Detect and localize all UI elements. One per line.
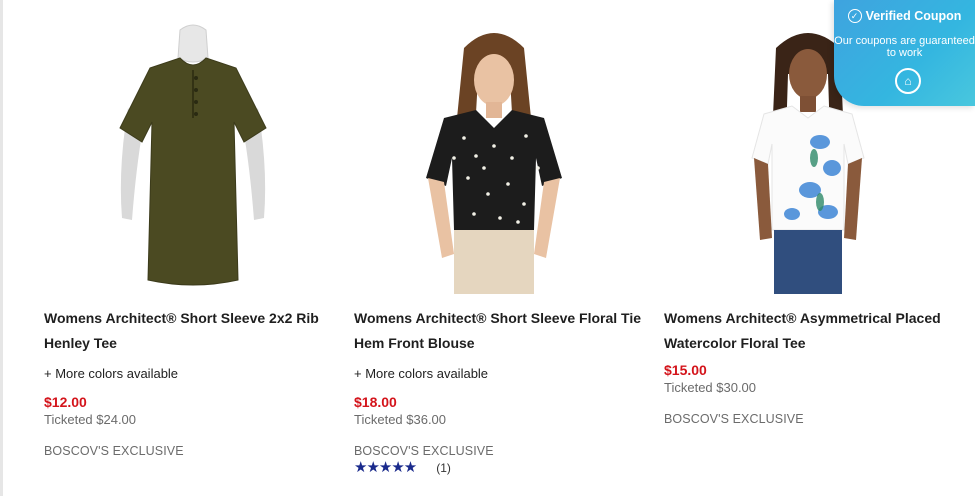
coupon-subtext: Our coupons are guaranteed to work — [834, 35, 975, 59]
divider — [0, 0, 3, 496]
review-count[interactable]: (1) — [436, 461, 451, 475]
product-image[interactable] — [414, 18, 574, 294]
coupon-logo-icon[interactable]: ⌂ — [895, 68, 921, 94]
product-title[interactable]: Womens Architect® Short Sleeve Floral Ti… — [354, 306, 644, 356]
ticketed-price: Ticketed $30.00 — [664, 380, 757, 395]
sale-price: $15.00 — [664, 362, 707, 378]
more-colors-link[interactable]: + More colors available — [354, 366, 488, 381]
verified-coupon-badge[interactable]: ✓ Verified Coupon Our coupons are guaran… — [834, 0, 975, 106]
star-rating-icon: ★★★★★ — [354, 459, 417, 476]
more-colors-link[interactable]: + More colors available — [44, 366, 178, 381]
coupon-heading-text: Verified Coupon — [865, 9, 962, 23]
rating[interactable]: ★★★★★ (1) — [354, 459, 451, 476]
exclusive-badge: BOSCOV'S EXCLUSIVE — [44, 444, 184, 458]
check-circle-icon: ✓ — [847, 9, 862, 23]
exclusive-badge: BOSCOV'S EXCLUSIVE — [354, 444, 494, 458]
ticketed-price: Ticketed $24.00 — [44, 412, 137, 427]
sale-price: $18.00 — [354, 394, 397, 410]
sale-price: $12.00 — [44, 394, 87, 410]
product-title[interactable]: Womens Architect® Short Sleeve 2x2 Rib H… — [44, 306, 334, 356]
product-title[interactable]: Womens Architect® Asymmetrical Placed Wa… — [664, 306, 954, 356]
ticketed-price: Ticketed $36.00 — [354, 412, 447, 427]
product-image[interactable] — [88, 18, 298, 294]
coupon-heading: ✓ Verified Coupon — [834, 9, 975, 23]
product-grid: Womens Architect® Short Sleeve 2x2 Rib H… — [0, 0, 975, 496]
exclusive-badge: BOSCOV'S EXCLUSIVE — [664, 412, 804, 426]
